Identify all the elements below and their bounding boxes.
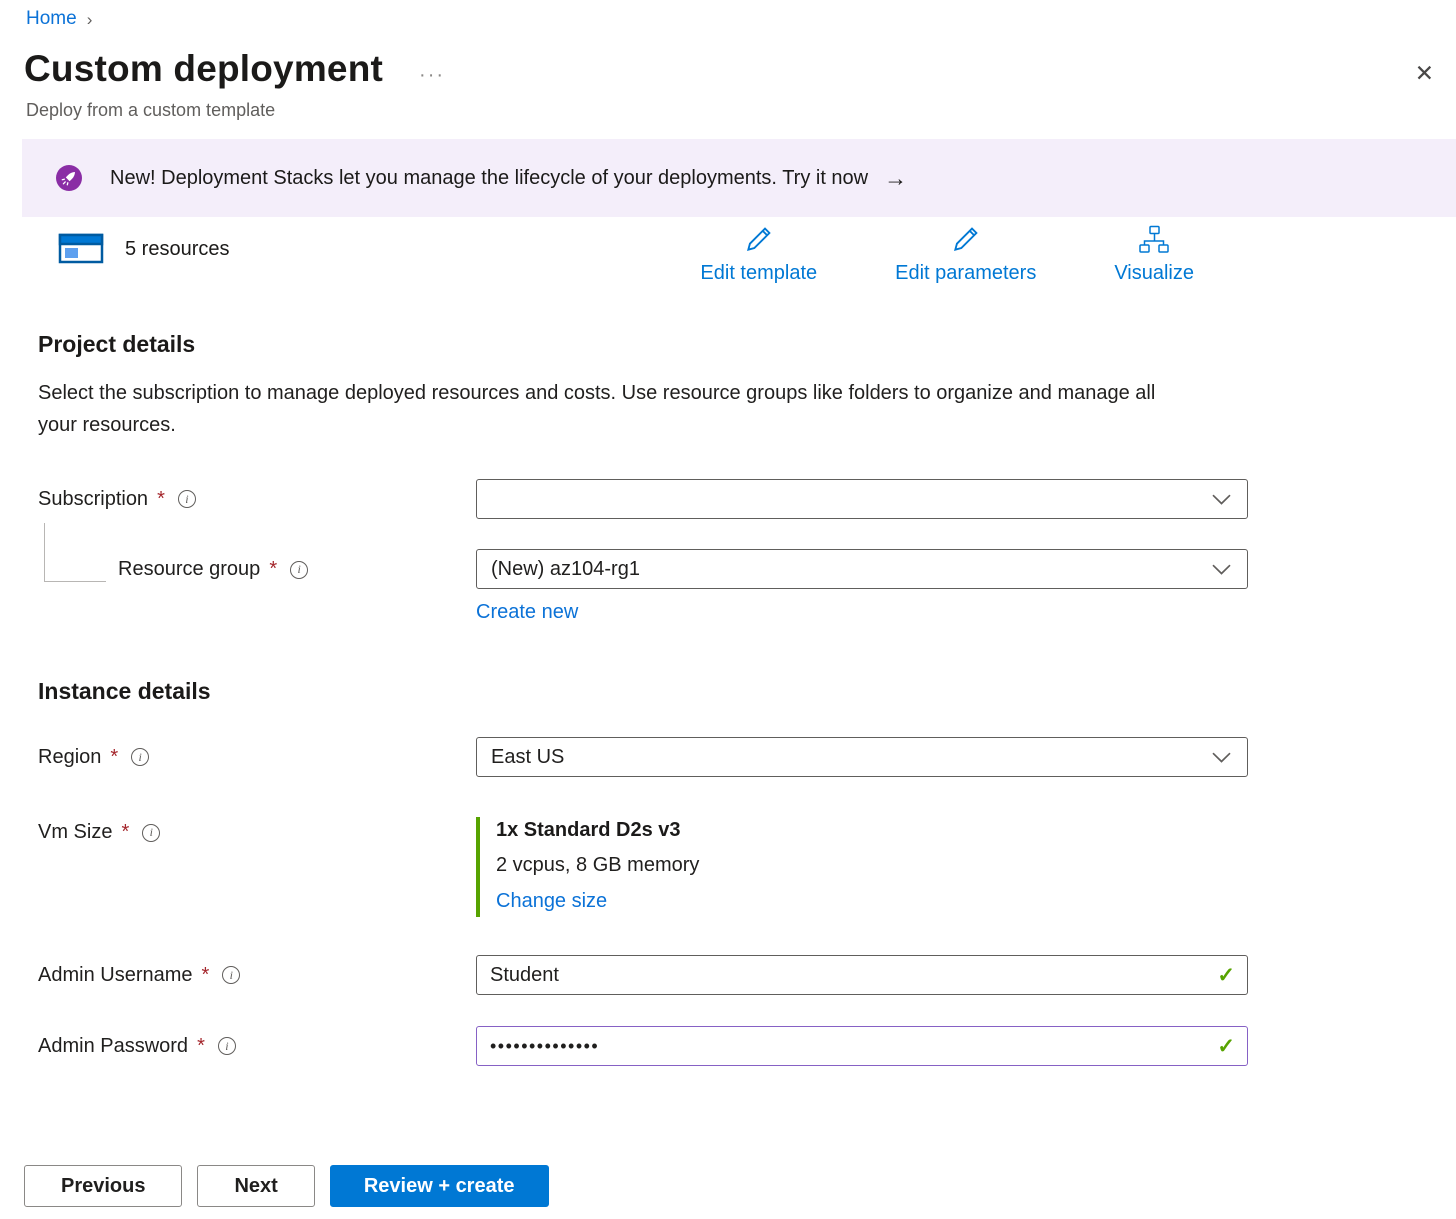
admin-password-input[interactable] <box>476 1026 1248 1066</box>
previous-button[interactable]: Previous <box>24 1165 182 1207</box>
chevron-down-icon <box>1212 752 1231 763</box>
subscription-row: Subscription * i <box>38 479 1430 519</box>
template-resources-icon <box>58 228 104 271</box>
change-size-link[interactable]: Change size <box>496 890 607 913</box>
edit-template-link[interactable]: Edit template <box>700 223 817 285</box>
region-row: Region * i East US <box>38 737 1430 777</box>
subscription-label: Subscription <box>38 488 148 511</box>
region-label: Region <box>38 746 101 769</box>
template-summary-row: 5 resources Edit template Edit parameter… <box>0 217 1456 285</box>
create-new-link[interactable]: Create new <box>476 601 578 624</box>
info-icon[interactable]: i <box>290 561 308 579</box>
required-asterisk: * <box>157 488 165 511</box>
pencil-icon <box>948 223 984 260</box>
close-icon[interactable]: ✕ <box>1415 62 1434 85</box>
chevron-down-icon <box>1212 564 1231 575</box>
project-details-description: Select the subscription to manage deploy… <box>38 378 1188 441</box>
edit-parameters-link[interactable]: Edit parameters <box>895 223 1036 285</box>
org-chart-icon <box>1137 225 1171 260</box>
required-asterisk: * <box>269 558 277 581</box>
page-header: Custom deployment ··· <box>0 30 1456 90</box>
info-icon[interactable]: i <box>142 824 160 842</box>
edit-parameters-label: Edit parameters <box>895 262 1036 285</box>
region-dropdown[interactable]: East US <box>476 737 1248 777</box>
info-icon[interactable]: i <box>218 1037 236 1055</box>
next-button[interactable]: Next <box>197 1165 314 1207</box>
vm-size-selection: 1x Standard D2s v3 2 vcpus, 8 GB memory … <box>476 817 1248 917</box>
admin-password-row: Admin Password * i ✓ <box>38 1026 1430 1066</box>
region-value: East US <box>491 746 564 769</box>
breadcrumb-chevron-icon: › <box>87 8 93 30</box>
hierarchy-connector-line <box>44 523 106 582</box>
template-action-links: Edit template Edit parameters <box>700 223 1194 285</box>
banner-message: New! Deployment Stacks let you manage th… <box>110 167 868 190</box>
review-create-button[interactable]: Review + create <box>330 1165 549 1207</box>
info-icon[interactable]: i <box>178 490 196 508</box>
vm-size-label: Vm Size <box>38 821 112 844</box>
deployment-stacks-banner[interactable]: New! Deployment Stacks let you manage th… <box>22 139 1456 217</box>
required-asterisk: * <box>121 821 129 844</box>
admin-username-input[interactable] <box>476 955 1248 995</box>
info-icon[interactable]: i <box>222 966 240 984</box>
edit-template-label: Edit template <box>700 262 817 285</box>
form-content: Project details Select the subscription … <box>0 331 1456 1066</box>
admin-username-label: Admin Username <box>38 964 193 987</box>
vm-size-title: 1x Standard D2s v3 <box>496 819 1248 842</box>
visualize-label: Visualize <box>1114 262 1194 285</box>
resource-group-row: Resource group * i (New) az104-rg1 Creat… <box>38 549 1430 624</box>
subscription-dropdown[interactable] <box>476 479 1248 519</box>
chevron-down-icon <box>1212 494 1231 505</box>
resource-group-dropdown[interactable]: (New) az104-rg1 <box>476 549 1248 589</box>
info-icon[interactable]: i <box>131 748 149 766</box>
page-title: Custom deployment <box>24 48 383 90</box>
page-subtitle: Deploy from a custom template <box>0 90 1456 121</box>
resource-group-label: Resource group <box>118 558 260 581</box>
required-asterisk: * <box>202 964 210 987</box>
title-more-menu-icon[interactable]: ··· <box>419 64 445 87</box>
resource-count: 5 resources <box>125 238 230 261</box>
footer-actions: Previous Next Review + create <box>24 1165 549 1207</box>
template-resource-summary: 5 resources <box>58 228 230 271</box>
breadcrumb-home-link[interactable]: Home <box>26 8 77 30</box>
custom-deployment-blade: Home › Custom deployment ··· ✕ Deploy fr… <box>0 0 1456 1219</box>
required-asterisk: * <box>197 1035 205 1058</box>
admin-password-label: Admin Password <box>38 1035 188 1058</box>
required-asterisk: * <box>110 746 118 769</box>
vm-size-specs: 2 vcpus, 8 GB memory <box>496 854 1248 877</box>
admin-username-row: Admin Username * i ✓ <box>38 955 1430 995</box>
resource-group-value: (New) az104-rg1 <box>491 558 640 581</box>
arrow-right-icon: → <box>884 165 907 192</box>
project-details-heading: Project details <box>38 331 1430 358</box>
visualize-link[interactable]: Visualize <box>1114 225 1194 285</box>
instance-details-heading: Instance details <box>38 678 1430 705</box>
vm-size-row: Vm Size * i 1x Standard D2s v3 2 vcpus, … <box>38 817 1430 917</box>
breadcrumb: Home › <box>0 0 1456 30</box>
rocket-icon <box>55 164 83 192</box>
pencil-icon <box>741 223 777 260</box>
